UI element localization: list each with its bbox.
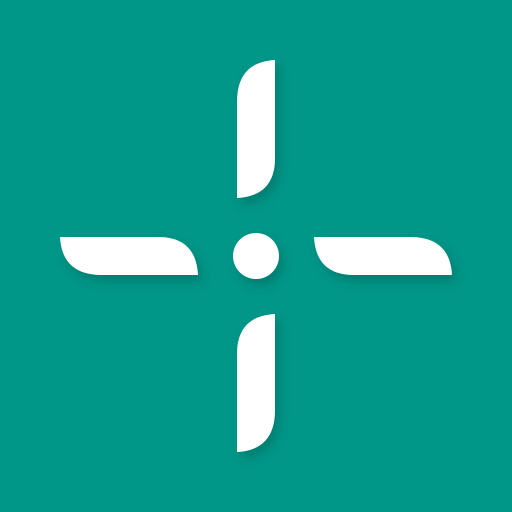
right-blade-shape [314, 237, 452, 275]
app-icon [0, 0, 512, 512]
left-blade-shape [60, 237, 198, 275]
crosshair-target-icon [0, 0, 512, 512]
bottom-blade-shape [237, 314, 275, 452]
center-dot-shape [233, 233, 279, 279]
top-blade-shape [237, 60, 275, 198]
